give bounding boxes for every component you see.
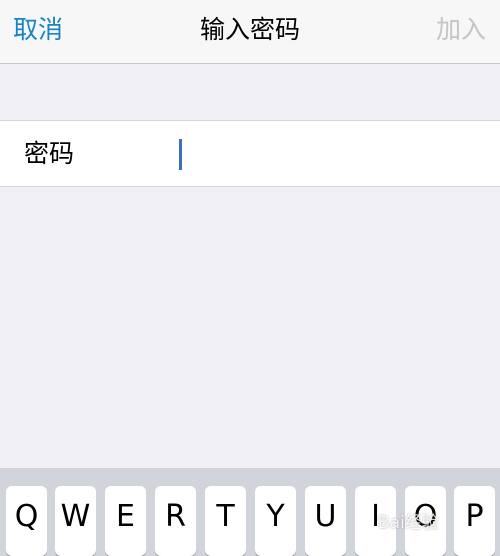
key-y[interactable]: Y [255,486,296,556]
key-p[interactable]: P [454,486,495,556]
password-form-row: 密码 [0,120,500,187]
password-label: 密码 [24,139,75,168]
cancel-button[interactable]: 取消 [13,14,63,46]
key-w[interactable]: W [55,486,96,556]
on-screen-keyboard: Q W E R T Y U I O P [0,468,500,556]
page-title: 输入密码 [199,15,300,44]
key-i[interactable]: I [355,486,396,556]
navigation-bar: 取消 输入密码 加入 [0,0,500,64]
key-t[interactable]: T [205,486,246,556]
key-o[interactable]: O [405,486,446,556]
join-button[interactable]: 加入 [436,14,486,46]
key-r[interactable]: R [155,486,196,556]
key-u[interactable]: U [305,486,346,556]
key-q[interactable]: Q [6,486,47,556]
key-e[interactable]: E [105,486,146,556]
text-caret [179,139,182,170]
password-input[interactable] [178,131,478,177]
keyboard-row-1: Q W E R T Y U I O P [0,486,500,556]
